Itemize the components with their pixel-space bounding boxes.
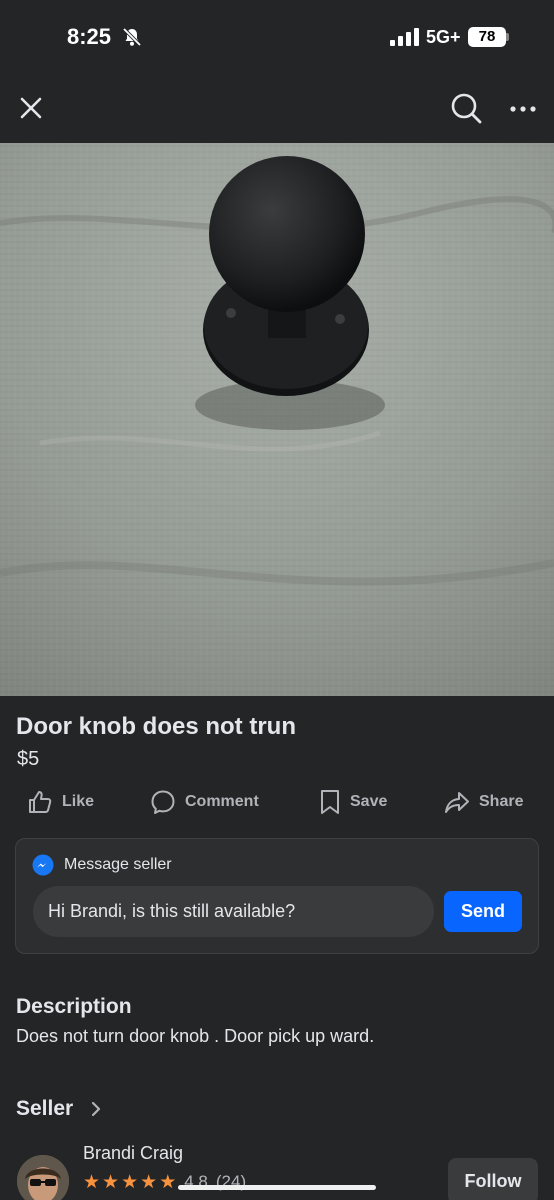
network-label: 5G+ [426,27,461,47]
chevron-right-icon [92,1101,101,1117]
star-icon: ★ [140,1171,158,1193]
seller-heading-link[interactable]: Seller [16,1097,101,1121]
message-seller-header: Message seller [32,854,172,876]
signal-icon [390,28,419,46]
nav-bar [0,76,554,142]
more-icon[interactable] [506,94,540,124]
like-button[interactable]: Like [27,784,94,820]
listing-price: $5 [17,748,40,770]
save-button[interactable]: Save [319,784,387,820]
bell-off-icon [122,27,142,47]
close-icon[interactable] [14,91,48,125]
home-indicator[interactable] [178,1185,376,1190]
battery-level: 78 [468,27,506,47]
message-seller-label: Message seller [64,856,172,873]
star-icon: ★ [83,1171,101,1193]
message-seller-card: Message seller Hi Brandi, is this still … [15,838,539,954]
share-label: Share [479,793,524,810]
description-text: Does not turn door knob . Door pick up w… [16,1026,375,1046]
seller-avatar[interactable] [17,1155,69,1200]
save-label: Save [350,793,388,810]
action-bar: Like Comment Save Share [0,784,554,820]
seller-name[interactable]: Brandi Craig [83,1143,183,1164]
like-icon [29,791,52,813]
status-bar: 8:25 5G+ 78 [0,0,554,76]
share-icon [445,792,469,813]
listing-title: Door knob does not trun [16,713,296,740]
bookmark-icon [321,790,339,814]
listing-photo[interactable] [0,143,554,696]
share-button[interactable]: Share [444,784,523,820]
comment-label: Comment [185,793,259,810]
star-icon: ★ [159,1171,177,1193]
message-input[interactable]: Hi Brandi, is this still available? [33,886,434,937]
search-icon[interactable] [448,90,484,126]
status-time: 8:25 [67,24,112,49]
seller-heading: Seller [16,1097,74,1120]
star-icon: ★ [102,1171,120,1193]
messenger-icon [32,854,54,876]
follow-button[interactable]: Follow [448,1158,538,1200]
battery-cap [506,33,509,41]
description-heading: Description [16,995,132,1018]
send-button[interactable]: Send [444,891,522,932]
comment-icon [151,790,175,814]
comment-button[interactable]: Comment [150,784,259,820]
star-icon: ★ [121,1171,139,1193]
like-label: Like [62,793,95,810]
